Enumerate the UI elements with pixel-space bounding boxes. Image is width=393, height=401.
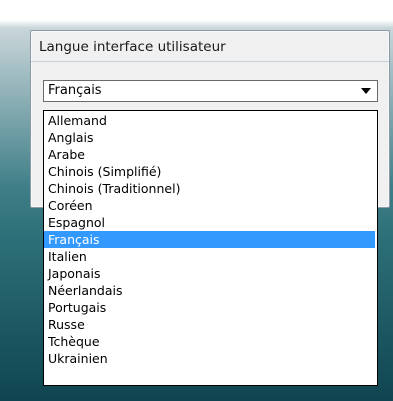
language-option[interactable]: Portugais [44,299,375,316]
language-option[interactable]: Chinois (Simplifié) [44,163,375,180]
language-option[interactable]: Espagnol [44,214,375,231]
language-option[interactable]: Français [44,231,375,248]
chevron-down-icon[interactable] [361,88,371,94]
language-option[interactable]: Néerlandais [44,282,375,299]
select-value: Français [48,83,102,98]
language-dropdown-list[interactable]: Allemand Anglais Arabe Chinois (Simplifié) C… [43,110,378,386]
language-option[interactable]: Arabe [44,146,375,163]
language-select[interactable]: Français [43,80,378,102]
panel-title: Langue interface utilisateur [39,39,226,55]
language-option[interactable]: Ukrainien [44,350,375,367]
language-option[interactable]: Russe [44,316,375,333]
language-option[interactable]: Japonais [44,265,375,282]
language-option[interactable]: Italien [44,248,375,265]
language-option[interactable]: Tchèque [44,333,375,350]
language-option[interactable]: Chinois (Traditionnel) [44,180,375,197]
panel-divider [31,61,389,62]
language-option[interactable]: Anglais [44,129,375,146]
language-option[interactable]: Coréen [44,197,375,214]
language-option[interactable]: Allemand [44,112,375,129]
